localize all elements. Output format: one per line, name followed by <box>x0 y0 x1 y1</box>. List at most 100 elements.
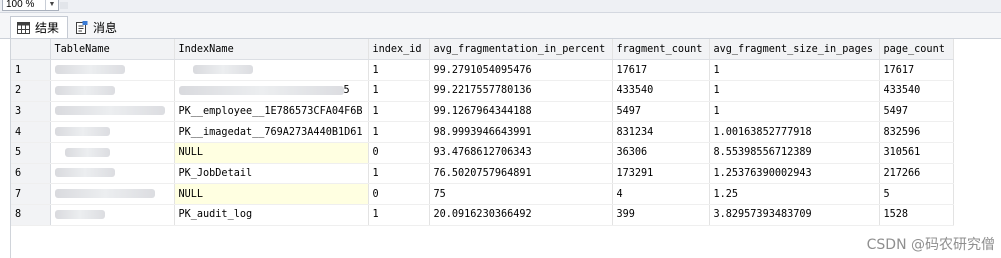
index-id-cell[interactable]: 1 <box>368 163 430 185</box>
row-number[interactable]: 1 <box>11 59 51 81</box>
avg-fragmentation-cell[interactable]: 99.2217557780136 <box>429 80 613 102</box>
index-id-cell[interactable]: 1 <box>368 59 430 81</box>
fragment-count-cell[interactable]: 36306 <box>612 142 710 164</box>
table-row[interactable]: 7 NULL 0 75 4 1.25 5 <box>11 183 954 205</box>
index-name-cell[interactable]: PK_audit_log <box>174 204 369 226</box>
index-name-cell[interactable]: PK_JobDetail <box>174 163 369 185</box>
fragment-count-cell[interactable]: 17617 <box>612 59 710 81</box>
results-grid[interactable]: TableName IndexName index_id avg_fragmen… <box>10 39 1001 258</box>
row-number[interactable]: 4 <box>11 121 51 143</box>
avg-fragment-size-cell[interactable]: 1 <box>709 59 880 81</box>
fragment-count-cell[interactable]: 4 <box>612 183 710 205</box>
redacted-text <box>54 106 165 116</box>
fragment-count-cell[interactable]: 5497 <box>612 101 710 123</box>
page-count-cell[interactable]: 5 <box>879 183 954 205</box>
page-count-cell[interactable]: 433540 <box>879 80 954 102</box>
redacted-text <box>54 85 115 95</box>
results-table: TableName IndexName index_id avg_fragmen… <box>11 39 954 226</box>
index-id-cell[interactable]: 0 <box>368 142 430 164</box>
fragment-count-cell[interactable]: 831234 <box>612 121 710 143</box>
table-name-cell[interactable] <box>50 183 175 205</box>
avg-fragment-size-cell[interactable]: 8.55398556712389 <box>709 142 880 164</box>
page-count-cell[interactable]: 1528 <box>879 204 954 226</box>
watermark: CSDN @码农研究僧 <box>866 237 995 253</box>
column-header[interactable]: IndexName <box>174 39 369 61</box>
avg-fragmentation-cell[interactable]: 98.9993946643991 <box>429 121 613 143</box>
index-name-cell[interactable]: NULL <box>174 142 369 164</box>
index-name-cell[interactable]: NULL <box>174 183 369 205</box>
column-header[interactable]: index_id <box>368 39 430 61</box>
table-row[interactable]: 1 1 99.2791054095476 17617 1 17617 <box>11 59 954 81</box>
column-header[interactable]: avg_fragment_size_in_pages <box>709 39 880 61</box>
row-number[interactable]: 7 <box>11 183 51 205</box>
table-name-cell[interactable] <box>50 121 175 143</box>
page-count-cell[interactable]: 5497 <box>879 101 954 123</box>
tab-results[interactable]: 结果 <box>10 16 68 38</box>
page-count-cell[interactable]: 310561 <box>879 142 954 164</box>
column-header[interactable]: TableName <box>50 39 175 61</box>
avg-fragmentation-cell[interactable]: 93.4768612706343 <box>429 142 613 164</box>
row-number[interactable]: 8 <box>11 204 51 226</box>
page-count-cell[interactable]: 17617 <box>879 59 954 81</box>
fragment-count-cell[interactable]: 399 <box>612 204 710 226</box>
avg-fragment-size-cell[interactable]: 1 <box>709 101 880 123</box>
redacted-text <box>64 147 110 157</box>
page-count-cell[interactable]: 832596 <box>879 121 954 143</box>
table-row[interactable]: 8 PK_audit_log 1 20.0916230366492 399 3.… <box>11 204 954 226</box>
table-row[interactable]: 3 PK__employee__1E786573CFA04F6B 1 99.12… <box>11 101 954 123</box>
table-name-cell[interactable] <box>50 80 175 102</box>
index-id-cell[interactable]: 0 <box>368 183 430 205</box>
redacted-text <box>178 85 344 95</box>
tab-results-label: 结果 <box>35 21 60 35</box>
zoom-select[interactable]: 100 % ▼ <box>2 0 59 11</box>
avg-fragmentation-cell[interactable]: 99.1267964344188 <box>429 101 613 123</box>
page-count-cell[interactable]: 217266 <box>879 163 954 185</box>
index-id-cell[interactable]: 1 <box>368 101 430 123</box>
index-name-cell[interactable]: PK__employee__1E786573CFA04F6B <box>174 101 369 123</box>
index-id-cell[interactable]: 1 <box>368 204 430 226</box>
row-number[interactable]: 5 <box>11 142 51 164</box>
index-id-cell[interactable]: 1 <box>368 80 430 102</box>
redacted-text <box>54 189 155 199</box>
row-number[interactable]: 2 <box>11 80 51 102</box>
avg-fragmentation-cell[interactable]: 76.5020757964891 <box>429 163 613 185</box>
avg-fragmentation-cell[interactable]: 20.0916230366492 <box>429 204 613 226</box>
index-name-cell[interactable]: PK__imagedat__769A273A440B1D61 <box>174 121 369 143</box>
results-tab-strip: 结果 消息 <box>0 13 1001 39</box>
redacted-text <box>192 65 253 75</box>
header-row: TableName IndexName index_id avg_fragmen… <box>11 39 954 61</box>
fragment-count-cell[interactable]: 173291 <box>612 163 710 185</box>
avg-fragment-size-cell[interactable]: 1.25376390002943 <box>709 163 880 185</box>
row-number[interactable]: 3 <box>11 101 51 123</box>
tab-messages-label: 消息 <box>93 20 118 35</box>
row-number-header[interactable] <box>11 39 51 61</box>
chevron-down-icon[interactable]: ▼ <box>45 0 58 10</box>
index-id-cell[interactable]: 1 <box>368 121 430 143</box>
column-header[interactable]: avg_fragmentation_in_percent <box>429 39 613 61</box>
table-name-cell[interactable] <box>50 163 175 185</box>
tab-messages[interactable]: 消息 <box>70 16 126 38</box>
table-row[interactable]: 6 PK_JobDetail 1 76.5020757964891 173291… <box>11 163 954 185</box>
redacted-text <box>54 168 115 178</box>
column-header[interactable]: page_count <box>879 39 954 61</box>
avg-fragment-size-cell[interactable]: 3.82957393483709 <box>709 204 880 226</box>
avg-fragment-size-cell[interactable]: 1.00163852777918 <box>709 121 880 143</box>
table-row[interactable]: 4 PK__imagedat__769A273A440B1D61 1 98.99… <box>11 121 954 143</box>
row-number[interactable]: 6 <box>11 163 51 185</box>
avg-fragment-size-cell[interactable]: 1.25 <box>709 183 880 205</box>
avg-fragmentation-cell[interactable]: 99.2791054095476 <box>429 59 613 81</box>
avg-fragmentation-cell[interactable]: 75 <box>429 183 613 205</box>
table-name-cell[interactable] <box>50 101 175 123</box>
fragment-count-cell[interactable]: 433540 <box>612 80 710 102</box>
index-name-cell[interactable] <box>174 59 369 81</box>
index-name-cell[interactable]: 5 <box>174 80 369 102</box>
table-row[interactable]: 2 5 1 99.2217557780136 433540 1 433540 <box>11 80 954 102</box>
table-name-cell[interactable] <box>50 204 175 226</box>
grid-icon <box>17 21 30 34</box>
avg-fragment-size-cell[interactable]: 1 <box>709 80 880 102</box>
table-name-cell[interactable] <box>50 142 175 164</box>
table-name-cell[interactable] <box>50 59 175 81</box>
table-row[interactable]: 5 NULL 0 93.4768612706343 36306 8.553985… <box>11 142 954 164</box>
column-header[interactable]: fragment_count <box>612 39 710 61</box>
toolbar-separator <box>60 2 68 9</box>
